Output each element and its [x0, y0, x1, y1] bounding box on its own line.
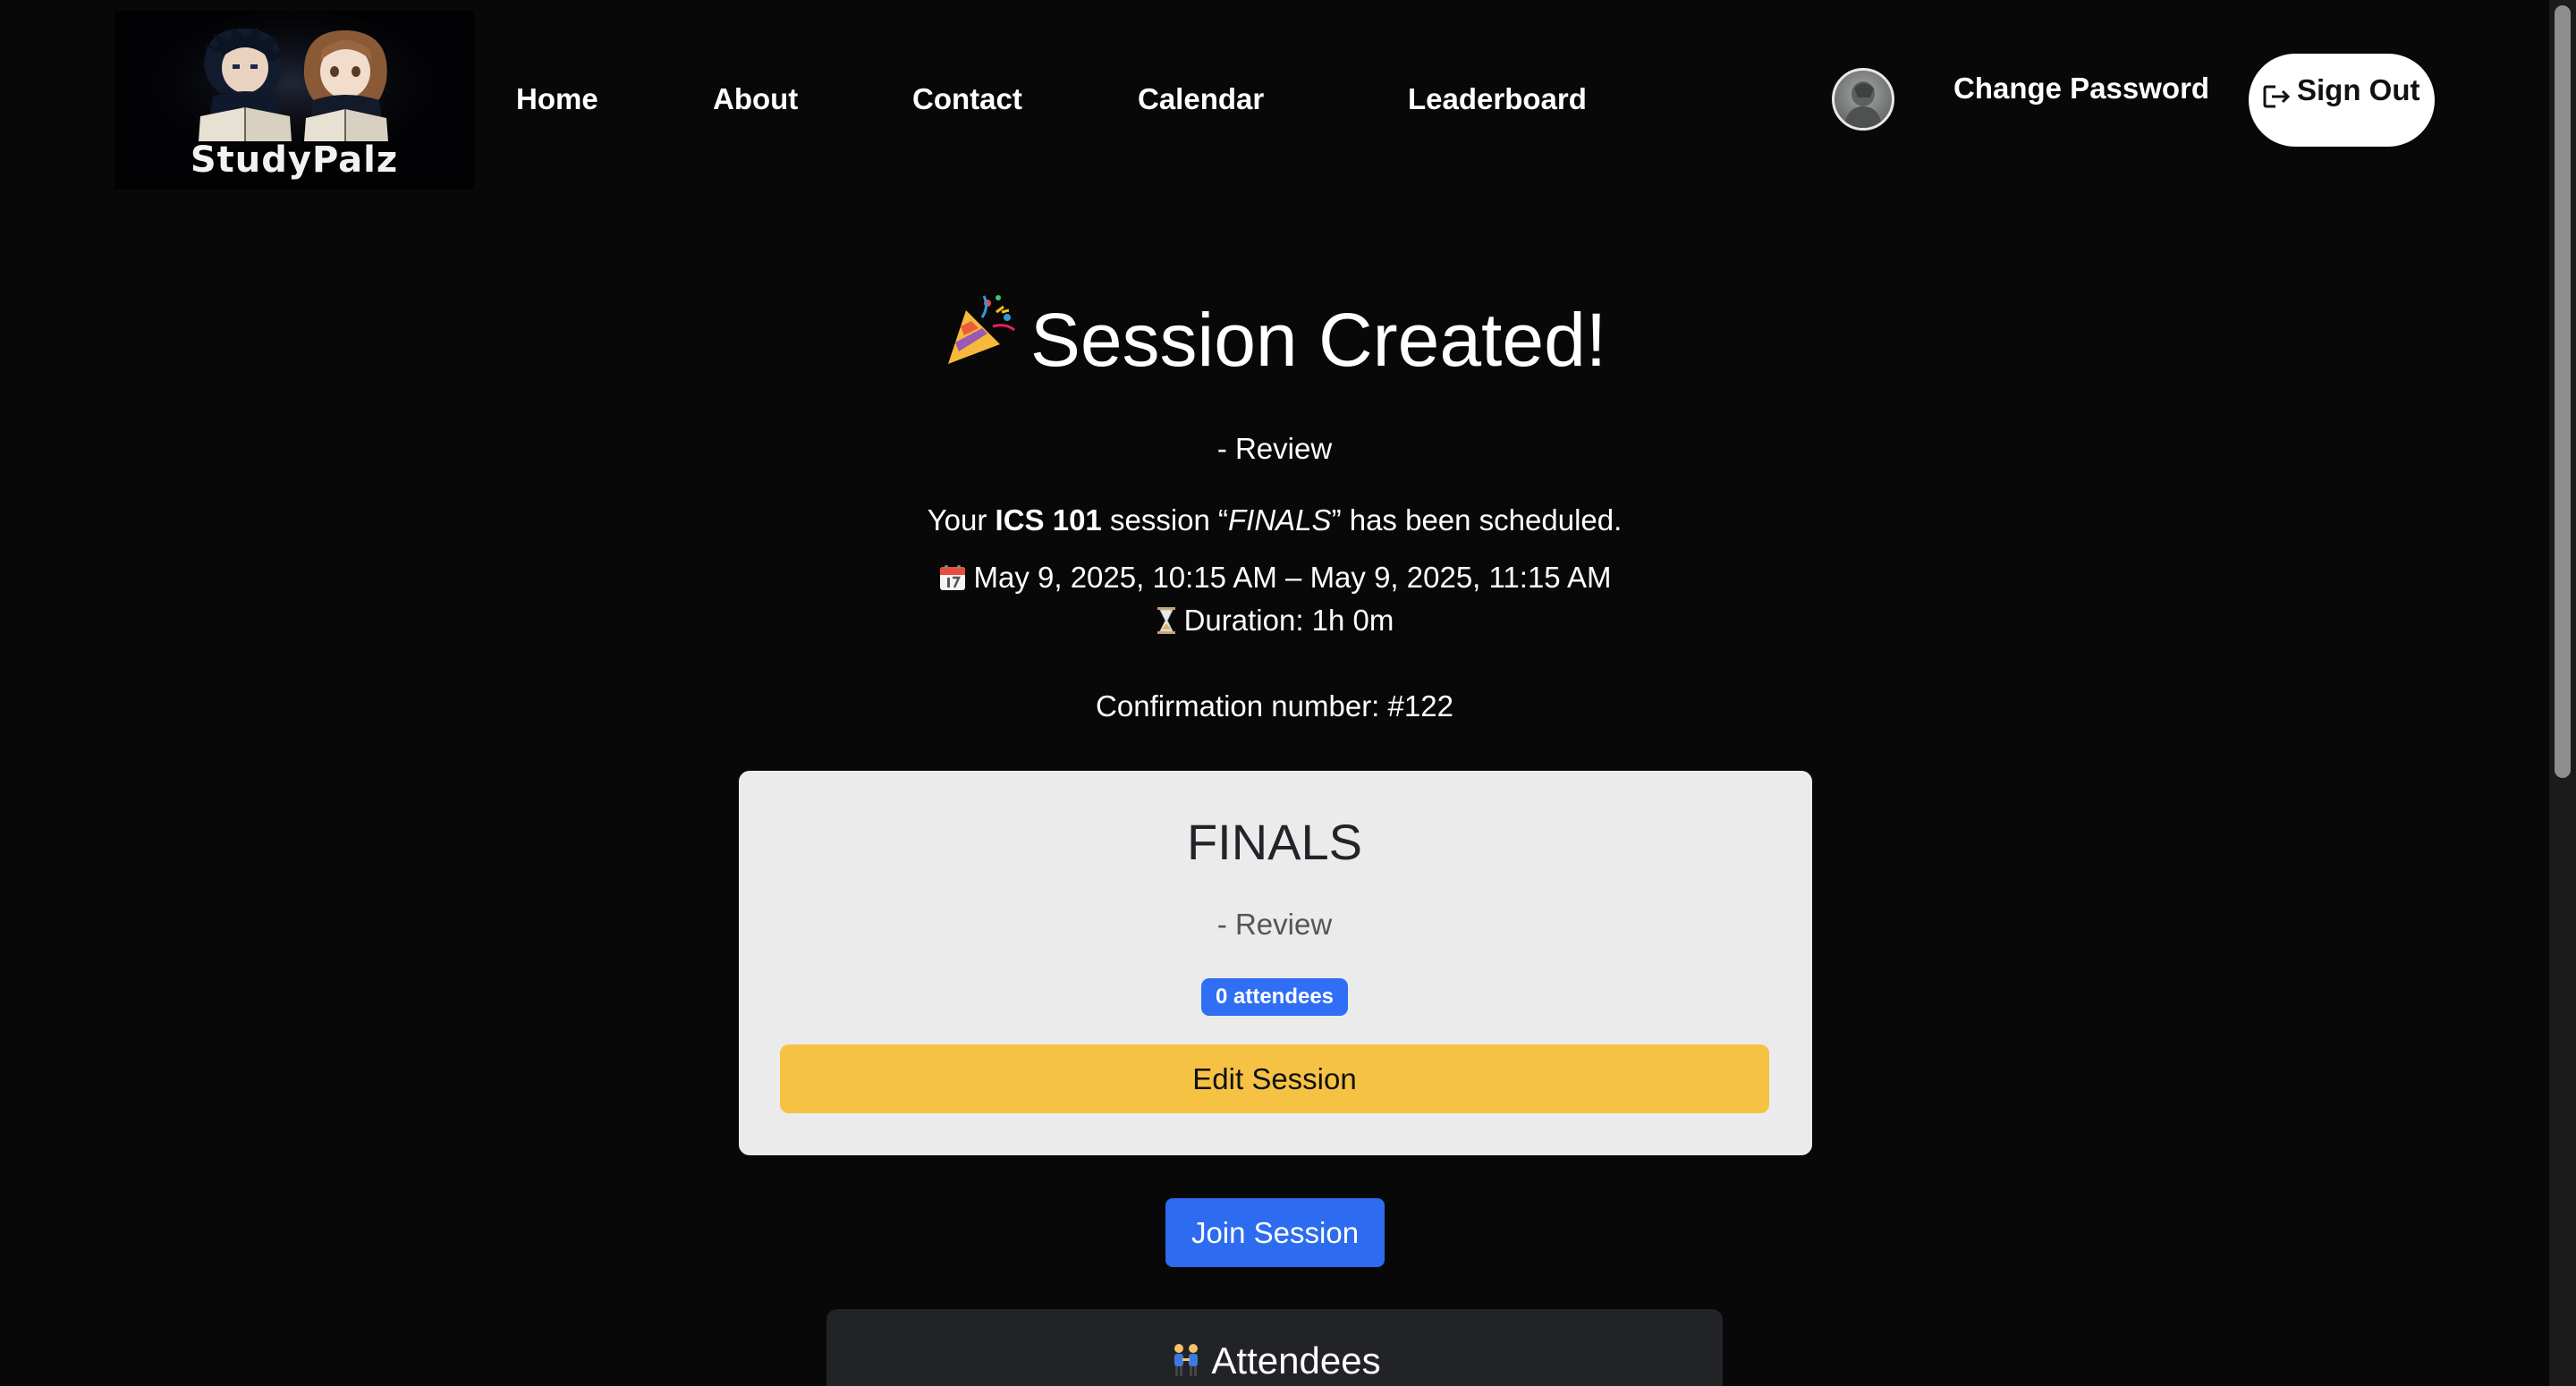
nav-contact[interactable]: Contact	[912, 79, 1022, 120]
join-session-button[interactable]: Join Session	[1165, 1198, 1385, 1267]
party-popper-icon	[943, 288, 1020, 395]
nav-about[interactable]: About	[713, 79, 798, 120]
duration-text: Duration: 1h 0m	[1183, 604, 1394, 637]
sign-out-button[interactable]: Sign Out	[2249, 54, 2435, 147]
scrollbar-thumb[interactable]	[2555, 5, 2571, 778]
headline-text: Session Created!	[1030, 298, 1607, 382]
schedule-prefix: Your	[927, 503, 996, 537]
session-date-range: May 9, 2025, 10:15 AM – May 9, 2025, 11:…	[0, 556, 2549, 604]
session-created-heading: Session Created!	[0, 286, 2549, 395]
session-subtitle: - Review	[1216, 432, 1333, 465]
sign-out-label: Sign Out	[2297, 73, 2420, 106]
card-title: FINALS	[1186, 814, 1363, 870]
confirmation-number: Confirmation number: #122	[1096, 689, 1453, 723]
card-subtitle: - Review	[1216, 908, 1333, 941]
nav-leaderboard[interactable]: Leaderboard	[1408, 79, 1587, 120]
page: StudyPalz Home About Contact Calendar Le…	[0, 0, 2576, 1386]
studypalz-logo[interactable]: StudyPalz	[114, 11, 474, 190]
schedule-mid: session “	[1101, 503, 1229, 537]
attendee-count-badge: 0 attendees	[1200, 978, 1349, 1016]
user-avatar[interactable]	[1832, 68, 1894, 131]
change-password-link[interactable]: Change Password	[1953, 68, 2209, 109]
attendees-title-text: Attendees	[1211, 1340, 1381, 1382]
nav-calendar[interactable]: Calendar	[1138, 79, 1264, 120]
date-range-text: May 9, 2025, 10:15 AM – May 9, 2025, 11:…	[973, 561, 1612, 594]
calendar-icon	[938, 561, 967, 604]
logo-text: StudyPalz	[190, 139, 399, 181]
nav-home[interactable]: Home	[516, 79, 598, 120]
vertical-scrollbar[interactable]	[2549, 0, 2576, 1386]
course-code: ICS 101	[995, 503, 1102, 537]
attendees-heading: Attendees	[0, 1336, 2549, 1386]
schedule-message: Your ICS 101 session “FINALS” has been s…	[0, 499, 2549, 542]
session-name: FINALS	[1228, 503, 1332, 537]
hourglass-icon	[1156, 604, 1177, 647]
session-duration: Duration: 1h 0m	[0, 599, 2549, 647]
avatar-image	[1843, 81, 1883, 128]
sign-out-icon	[2263, 79, 2292, 120]
people-holding-hands-icon	[1168, 1340, 1204, 1386]
edit-session-button[interactable]: Edit Session	[780, 1044, 1769, 1113]
attendee-count-wrap: 0 attendees	[0, 978, 2549, 1016]
schedule-suffix: ” has been scheduled.	[1331, 503, 1623, 537]
